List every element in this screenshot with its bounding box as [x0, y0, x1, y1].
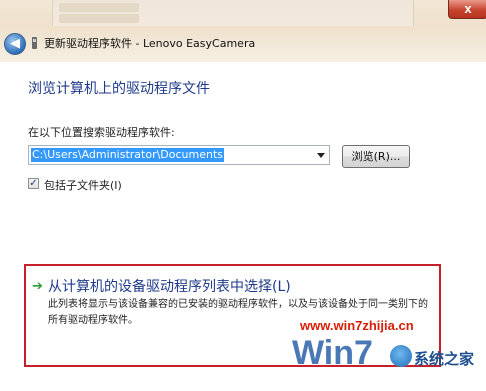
- window-titlebar: x ◀ 更新驱动程序软件 - Lenovo EasyCamera: [0, 0, 486, 62]
- device-icon: [32, 37, 37, 49]
- window-title: 更新驱动程序软件 - Lenovo EasyCamera: [44, 37, 256, 50]
- pick-from-list-link[interactable]: 从计算机的设备驱动程序列表中选择(L): [48, 276, 291, 296]
- path-combobox[interactable]: C:\Users\Administrator\Documents: [28, 145, 330, 165]
- watermark-win7-logo: Win7: [292, 334, 373, 370]
- green-arrow-icon: ➔: [32, 279, 43, 294]
- include-subfolders-label[interactable]: 包括子文件夹(I): [44, 177, 122, 193]
- path-input-value[interactable]: C:\Users\Administrator\Documents: [31, 148, 225, 162]
- background-window: [52, 0, 414, 26]
- back-button[interactable]: ◀: [4, 33, 26, 55]
- watermark-site-name: 系统之家: [414, 350, 475, 368]
- close-button[interactable]: x: [448, 0, 486, 19]
- background-window-row: [59, 3, 139, 12]
- search-location-label: 在以下位置搜索驱动程序软件:: [28, 126, 175, 139]
- page-heading: 浏览计算机上的驱动程序文件: [28, 81, 210, 97]
- include-subfolders-checkbox[interactable]: ✓: [28, 178, 39, 189]
- watermark-site-icon: [390, 345, 412, 367]
- watermark-logo-text: Win7: [292, 334, 373, 370]
- dialog-content: 浏览计算机上的驱动程序文件 在以下位置搜索驱动程序软件: C:\Users\Ad…: [0, 62, 486, 391]
- background-window-row: [59, 14, 139, 23]
- chevron-down-icon[interactable]: [317, 153, 325, 158]
- browse-button[interactable]: 浏览(R)...: [342, 145, 410, 168]
